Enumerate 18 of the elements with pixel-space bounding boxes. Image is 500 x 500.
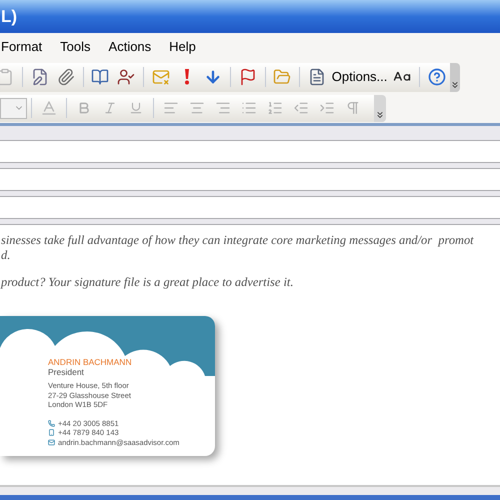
phone-icon	[48, 429, 55, 436]
message-paragraph: product? Your signature file is a great place to advertise it.	[1, 275, 294, 290]
options-button[interactable]: Options...	[330, 67, 390, 87]
window-title: L)	[1, 6, 18, 28]
message-paragraph: sinesses take full advantage of how they can integrate core marketing messages and/or promot d.	[1, 233, 474, 263]
toolbar-overflow-button[interactable]	[450, 62, 460, 92]
menu-item[interactable]: Format	[1, 37, 42, 57]
contact-name: ANDRIN BACHMANN	[48, 357, 132, 367]
menu-item[interactable]: Actions	[108, 37, 152, 57]
contact-role: President	[48, 367, 84, 378]
chevron-icon	[450, 80, 460, 90]
menu-item[interactable]: Tools	[60, 37, 91, 57]
phone-icon	[48, 420, 55, 427]
envelope-icon	[48, 438, 55, 446]
menu-item[interactable]: Help	[169, 37, 196, 57]
chevron-icon	[375, 110, 385, 120]
font-dropdown[interactable]	[0, 98, 27, 118]
toolbar-overflow-button[interactable]	[374, 94, 386, 122]
